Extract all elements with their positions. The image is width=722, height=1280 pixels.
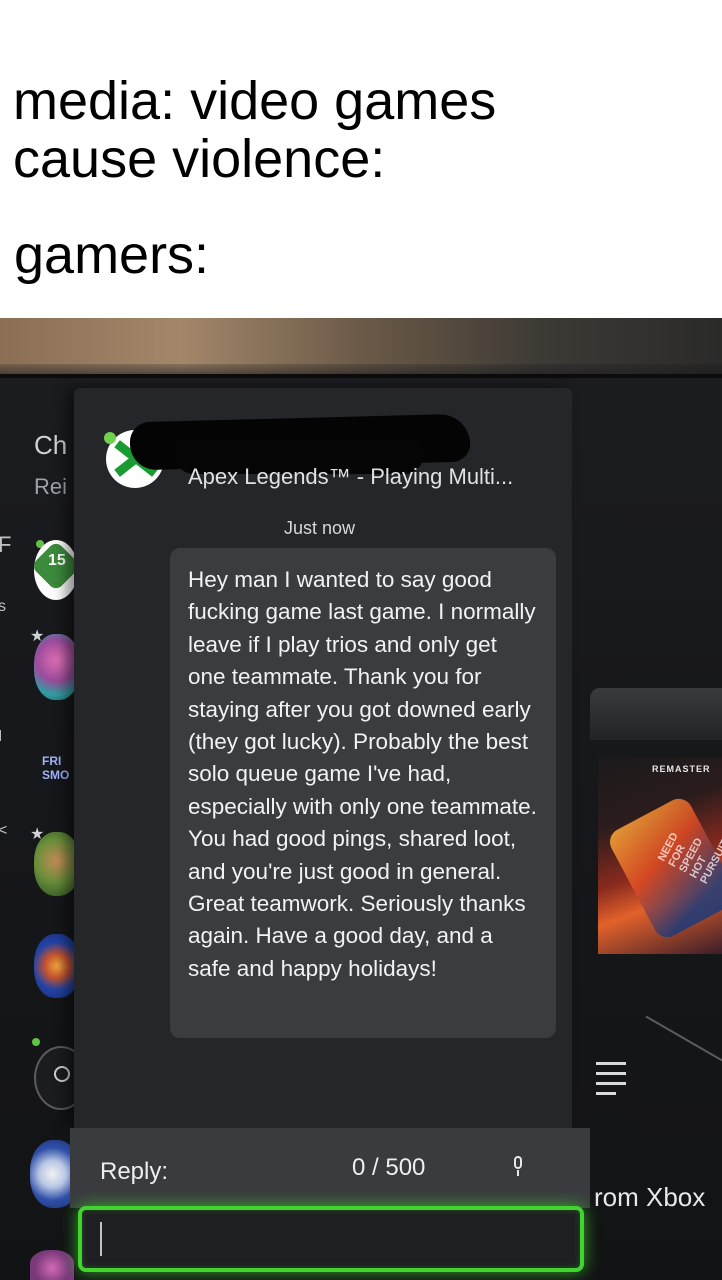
background-shelf xyxy=(590,688,722,740)
caption-line-2: cause violence: xyxy=(13,129,386,189)
tv-screen-photo: F s I < Ch Rei 15 ★ FRI SMO ★ REMASTER N… xyxy=(0,318,722,1280)
friend-avatar[interactable] xyxy=(30,1250,74,1280)
message-panel: Apex Legends™ - Playing Multi... Just no… xyxy=(74,388,572,1128)
edge-glyph: I xyxy=(0,728,3,745)
tile-label: FRI SMO xyxy=(42,754,70,782)
friend-avatar[interactable]: 15 xyxy=(34,540,78,600)
background-footer-text: rom Xbox xyxy=(594,1182,706,1212)
person-icon xyxy=(54,1066,70,1082)
list-icon[interactable] xyxy=(596,1060,628,1104)
reply-input[interactable] xyxy=(78,1206,584,1272)
game-tile-label: REMASTER xyxy=(652,764,711,774)
microphone-icon[interactable] xyxy=(512,1156,524,1176)
caption-line-3: gamers: xyxy=(14,225,210,285)
text-cursor xyxy=(100,1222,102,1256)
message-timestamp: Just now xyxy=(284,518,356,538)
message-text: Hey man I wanted to say good fucking gam… xyxy=(188,567,537,981)
reply-bar: Reply: 0 / 500 xyxy=(70,1128,590,1208)
sender-game-status: Apex Legends™ - Playing Multi... xyxy=(188,464,514,489)
message-bubble: Hey man I wanted to say good fucking gam… xyxy=(170,548,556,1038)
badge-number: 15 xyxy=(48,552,66,569)
online-dot xyxy=(104,432,116,444)
online-dot xyxy=(32,1038,40,1046)
meme-caption: media: video games cause violence: gamer… xyxy=(0,0,722,318)
character-count: 0 / 500 xyxy=(352,1154,426,1181)
sidebar-subtitle: Rei xyxy=(34,474,68,499)
edge-glyph: s xyxy=(0,598,6,615)
game-tile[interactable]: REMASTER NEED FOR SPEED HOT PURSUIT xyxy=(598,758,722,954)
caption-line-1: media: video games xyxy=(13,71,497,131)
friend-avatar[interactable]: FRI SMO xyxy=(38,736,78,784)
edge-glyph: < xyxy=(0,822,8,839)
reply-label: Reply: xyxy=(100,1158,169,1185)
edge-glyph: F xyxy=(0,532,12,557)
sidebar-title: Ch xyxy=(34,430,68,460)
